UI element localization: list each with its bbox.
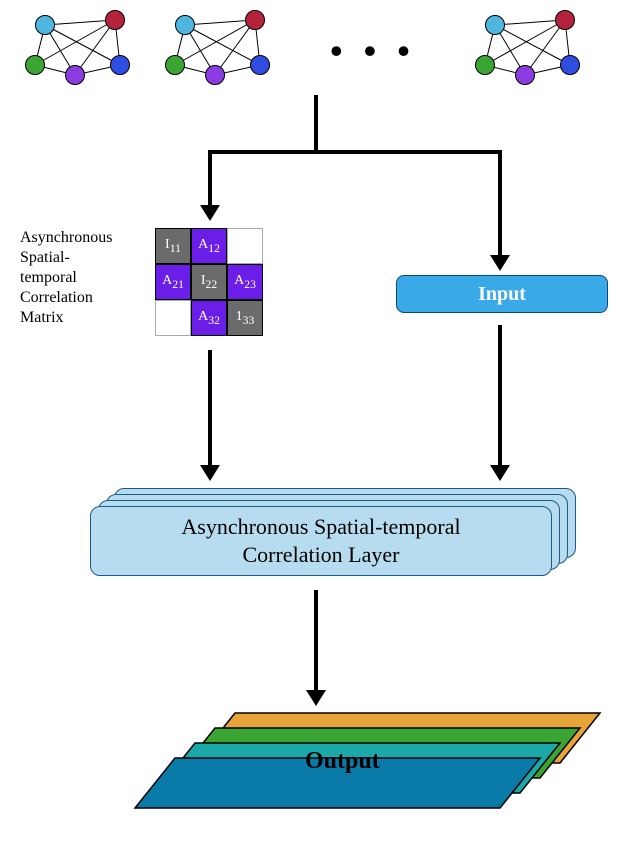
layer-front: Asynchronous Spatial-temporal Correlatio… (90, 506, 552, 576)
node (245, 10, 265, 30)
diagram-container: • • • Asynchronous Spatial- temporal Co (10, 10, 630, 845)
node (25, 55, 45, 75)
matrix-cell (227, 228, 263, 264)
matrix-cell: I22 (191, 264, 227, 300)
node (165, 55, 185, 75)
arrow-matrix-down (208, 350, 212, 465)
node (105, 10, 125, 30)
ellipsis: • • • (330, 30, 416, 72)
graph-3 (470, 10, 590, 100)
matrix-cell (155, 300, 191, 336)
node (65, 65, 85, 85)
node (35, 15, 55, 35)
arrow-to-output (314, 590, 318, 690)
node (175, 15, 195, 35)
arrow-to-output-head (306, 690, 326, 706)
layer-label: Asynchronous Spatial-temporal Correlatio… (181, 513, 460, 569)
matrix-cell: A12 (191, 228, 227, 264)
matrix-label: Asynchronous Spatial- temporal Correlati… (20, 228, 112, 328)
matrix-label-line: temporal (20, 268, 112, 288)
graph-2 (160, 10, 280, 100)
arrow-input-head (490, 465, 510, 481)
matrix-cell: A23 (227, 264, 263, 300)
matrix-label-line: Spatial- (20, 248, 112, 268)
correlation-matrix: I11 A12 A21 I22 A23 A32 133 (155, 228, 263, 336)
input-label: Input (478, 283, 526, 306)
arrow-right-head (490, 255, 510, 271)
matrix-cell: 133 (227, 300, 263, 336)
node (250, 55, 270, 75)
node (205, 65, 225, 85)
node (555, 10, 575, 30)
input-box: Input (396, 275, 608, 313)
layer-stack: Asynchronous Spatial-temporal Correlatio… (90, 488, 570, 578)
arrow-left-head (200, 205, 220, 221)
matrix-cell: A32 (191, 300, 227, 336)
node (515, 65, 535, 85)
output-label: Output (305, 748, 380, 775)
node (475, 55, 495, 75)
output-stack: Output (70, 708, 600, 818)
matrix-cell: I11 (155, 228, 191, 264)
matrix-label-line: Matrix (20, 308, 112, 328)
arrow-down-1 (314, 95, 318, 150)
arrow-right-down (498, 150, 502, 255)
matrix-cell: A21 (155, 264, 191, 300)
arrow-matrix-head (200, 465, 220, 481)
matrix-label-line: Correlation (20, 288, 112, 308)
split-bar (208, 150, 502, 154)
matrix-label-line: Asynchronous (20, 228, 112, 248)
graph-1 (20, 10, 140, 100)
node (485, 15, 505, 35)
node (560, 55, 580, 75)
arrow-left-down (208, 150, 212, 205)
node (110, 55, 130, 75)
arrow-input-down (498, 325, 502, 465)
